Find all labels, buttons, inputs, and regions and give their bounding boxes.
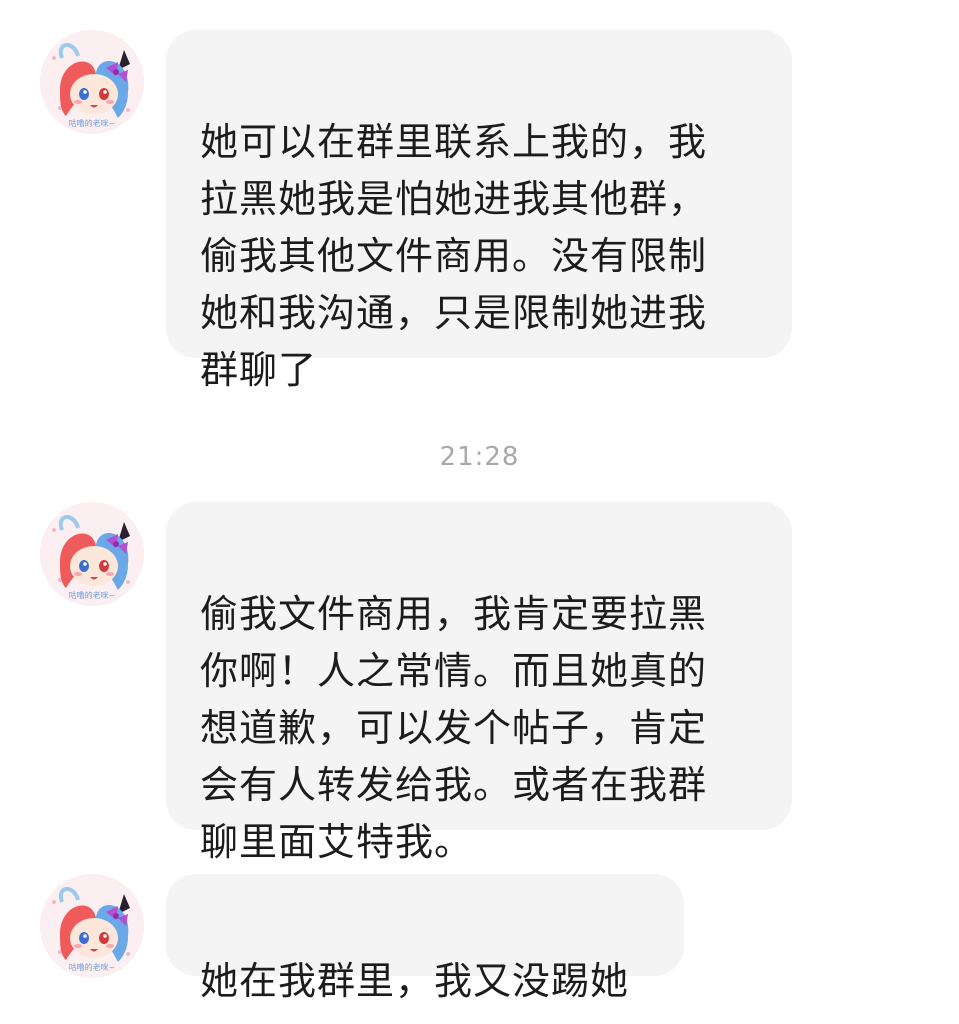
avatar-caption: 咕噜的老咪~ [69,118,116,128]
message-text: 她可以在群里联系上我的，我 拉黑她我是怕她进我其他群， 偷我其他文件商用。没有限… [200,120,708,392]
avatar-caption: 咕噜的老咪~ [69,962,116,972]
message-bubble-3[interactable]: 她在我群里，我又没踢她 [166,874,684,1003]
message-bubble-1[interactable]: 她可以在群里联系上我的，我 拉黑她我是怕她进我其他群， 偷我其他文件商用。没有限… [166,30,792,392]
contact-avatar-2[interactable]: 咕噜的老咪~ [40,502,144,606]
message-bubble-2[interactable]: 偷我文件商用，我肯定要拉黑 你啊！人之常情。而且她真的 想道歉，可以发个帖子，肯… [166,502,792,864]
anime-avatar-icon: 咕噜的老咪~ [40,30,144,134]
message-timestamp: 21:28 [439,442,520,472]
contact-avatar-3[interactable]: 咕噜的老咪~ [40,874,144,978]
anime-avatar-icon: 咕噜的老咪~ [40,502,144,606]
anime-avatar-icon: 咕噜的老咪~ [40,874,144,978]
message-text: 偷我文件商用，我肯定要拉黑 你啊！人之常情。而且她真的 想道歉，可以发个帖子，肯… [200,592,708,864]
avatar-caption: 咕噜的老咪~ [69,590,116,600]
message-text: 她在我群里，我又没踢她 [200,959,630,1003]
contact-avatar-1[interactable]: 咕噜的老咪~ [40,30,144,134]
